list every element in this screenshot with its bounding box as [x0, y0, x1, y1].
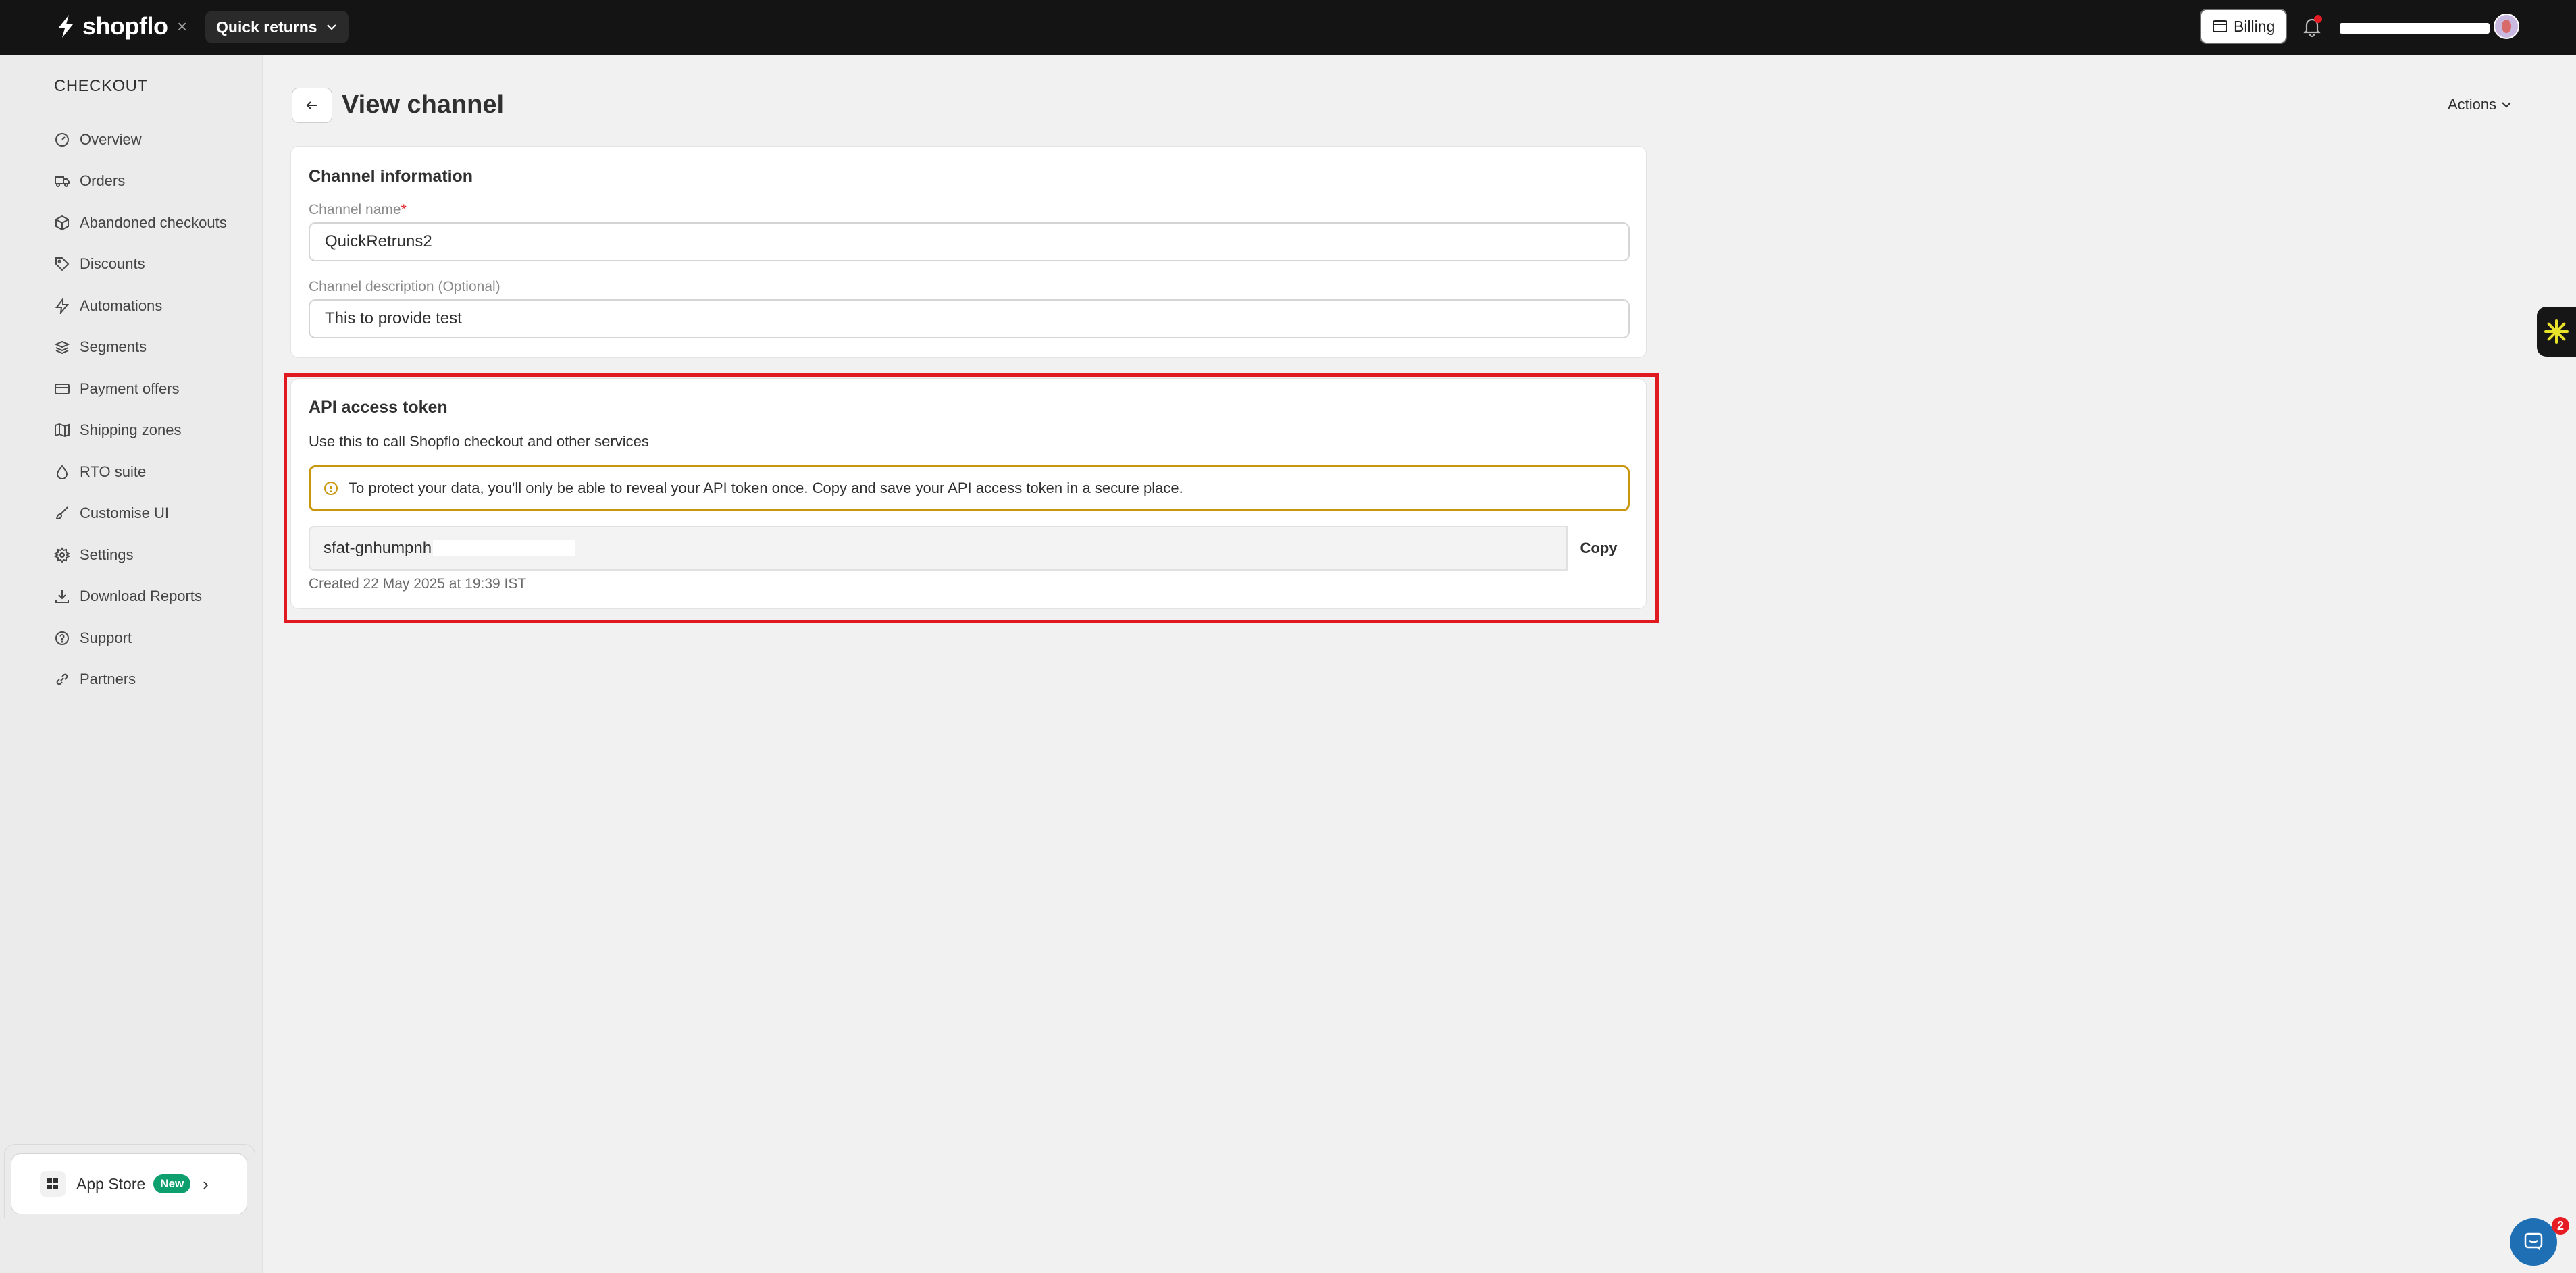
sidebar-item-orders[interactable]: Orders: [54, 161, 227, 203]
sidebar-item-support[interactable]: Support: [54, 617, 227, 659]
sidebar-item-label: Shipping zones: [80, 421, 182, 439]
tag-icon: [55, 257, 70, 271]
sidebar-item-discounts[interactable]: Discounts: [54, 244, 227, 286]
sidebar-item-label: RTO suite: [80, 463, 147, 480]
sidebar-item-label: Abandoned checkouts: [80, 213, 227, 231]
app-store-label: App Store: [76, 1174, 146, 1193]
arrow-left-icon: [306, 101, 317, 109]
lightning-icon: [55, 297, 70, 314]
new-badge: New: [153, 1174, 191, 1193]
sidebar-heading: CHECKOUT: [54, 77, 148, 95]
billing-label: Billing: [2234, 17, 2275, 35]
close-icon[interactable]: ×: [177, 16, 187, 37]
notification-dot: [2314, 15, 2322, 23]
sidebar-item-label: Segments: [80, 338, 147, 356]
sidebar-item-abandoned-checkouts[interactable]: Abandoned checkouts: [54, 202, 227, 244]
chevron-down-icon: [326, 24, 336, 30]
truck-icon: [55, 176, 70, 188]
sidebar-item-label: Support: [80, 629, 132, 646]
download-icon: [55, 590, 69, 604]
page-title: View channel: [342, 90, 505, 119]
app-store-button[interactable]: App Store New ›: [11, 1153, 247, 1214]
sidebar-item-label: Customise UI: [80, 504, 170, 522]
sidebar-item-label: Settings: [80, 546, 134, 563]
top-bar: shopflo × Quick returns Billing: [0, 0, 2576, 55]
sidebar-item-automations[interactable]: Automations: [54, 285, 227, 327]
link-icon: [56, 673, 68, 685]
billing-button[interactable]: Billing: [2200, 9, 2288, 44]
channel-name-label: Channel name*: [309, 202, 407, 218]
actions-label: Actions: [2448, 96, 2497, 113]
sidebar-item-label: Download Reports: [80, 588, 202, 605]
sidebar-item-customise-ui[interactable]: Customise UI: [54, 493, 227, 535]
logo-text: shopflo: [82, 12, 168, 40]
chevron-down-icon: [2502, 102, 2511, 108]
sidebar-item-label: Orders: [80, 172, 126, 190]
sidebar-item-settings[interactable]: Settings: [54, 534, 227, 576]
grid-icon: [40, 1171, 66, 1197]
sidebar-item-partners[interactable]: Partners: [54, 659, 227, 701]
help-icon: [55, 631, 69, 645]
sidebar-item-rto-suite[interactable]: RTO suite: [54, 451, 227, 493]
channel-description-value: This to provide test: [325, 309, 462, 328]
gauge-icon: [55, 132, 69, 147]
back-button[interactable]: [292, 88, 332, 123]
gear-icon: [54, 546, 70, 563]
sidebar-item-label: Automations: [80, 296, 163, 314]
user-name-redacted[interactable]: [2340, 23, 2490, 34]
channel-description-label: Channel description (Optional): [309, 279, 500, 294]
sidebar-item-payment-offers[interactable]: Payment offers: [54, 368, 227, 410]
highlight-box: [284, 373, 1659, 623]
sidebar-item-shipping-zones[interactable]: Shipping zones: [54, 410, 227, 452]
sidebar-item-segments[interactable]: Segments: [54, 327, 227, 369]
card-title: Channel information: [309, 167, 473, 186]
sidebar-item-label: Discounts: [80, 255, 145, 273]
segments-icon: [54, 341, 70, 355]
credit-card-icon: [2213, 20, 2227, 32]
chat-unread-badge: 2: [2552, 1217, 2569, 1235]
card-icon: [55, 383, 70, 394]
avatar[interactable]: [2494, 14, 2519, 39]
sidebar-item-download-reports[interactable]: Download Reports: [54, 576, 227, 618]
required-marker: *: [401, 202, 407, 217]
channel-name-field[interactable]: QuickRetruns2: [309, 222, 1630, 261]
sidebar-item-label: Overview: [80, 130, 142, 148]
sidebar: CHECKOUT Overview Orders Abandoned check…: [0, 55, 263, 1273]
actions-menu[interactable]: Actions: [2448, 96, 2513, 113]
channel-description-field[interactable]: This to provide test: [309, 299, 1630, 338]
channel-name-value: QuickRetruns2: [325, 232, 432, 251]
store-name: Quick returns: [216, 18, 317, 36]
chevron-right-icon: ›: [203, 1173, 209, 1194]
sidebar-item-label: Partners: [80, 671, 136, 688]
asterisk-icon: [2544, 319, 2569, 344]
drop-icon: [56, 465, 68, 479]
channel-information-card: Channel information Channel name* QuickR…: [290, 146, 1647, 358]
map-icon: [55, 423, 70, 438]
channel-name-label-text: Channel name: [309, 202, 401, 217]
assistant-widget[interactable]: [2537, 307, 2576, 357]
brush-icon: [55, 506, 68, 520]
shopflo-logo[interactable]: shopflo: [54, 12, 168, 41]
sidebar-nav: Overview Orders Abandoned checkouts Disc…: [54, 119, 227, 700]
sidebar-item-label: Payment offers: [80, 380, 180, 397]
shopflo-logo-icon: [58, 15, 73, 38]
sidebar-item-overview[interactable]: Overview: [54, 119, 227, 161]
chat-icon: [2524, 1232, 2543, 1251]
store-selector[interactable]: Quick returns: [205, 11, 349, 43]
package-icon: [55, 215, 69, 230]
chat-button[interactable]: [2510, 1218, 2557, 1266]
